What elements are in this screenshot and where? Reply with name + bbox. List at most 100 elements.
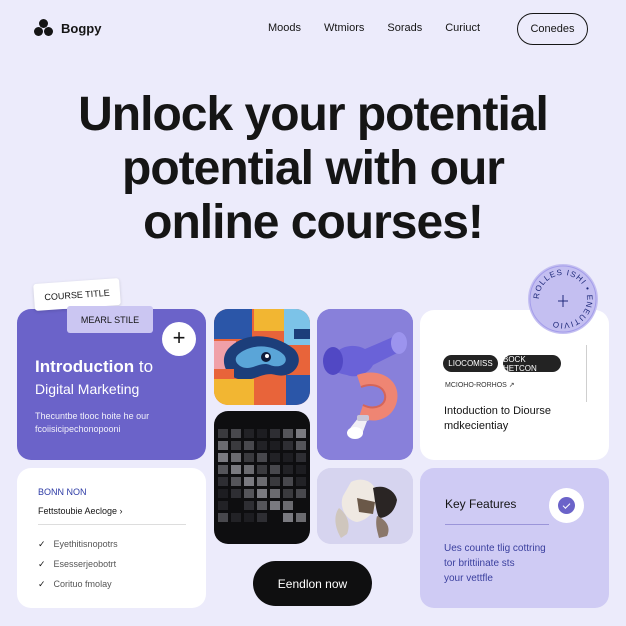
top-nav: Bogpy Moods Wtmiors Sorads Curiuct Coned… [0, 0, 626, 58]
checklist-heading: BONN NON [38, 487, 87, 497]
checkmark-icon: ✓ [38, 538, 46, 549]
mosaic-thumb [283, 513, 293, 522]
mosaic-thumb [270, 489, 280, 498]
mosaic-thumb [296, 489, 306, 498]
hands-photo [317, 468, 413, 544]
mosaic-thumb [283, 465, 293, 474]
key-desc-line-3: your vettfle [444, 573, 493, 584]
mosaic-thumb [218, 489, 228, 498]
key-features-description: Ues counte tlig cottring tor brittiinate… [444, 541, 546, 586]
checkmark-icon: ✓ [38, 558, 46, 569]
mosaic-thumb [296, 453, 306, 462]
mosaic-thumb [283, 477, 293, 486]
checkmark-icon: ✓ [38, 578, 46, 589]
nav-link-sorads[interactable]: Sorads [387, 22, 422, 34]
course-title-line-1: Intoduction to Diourse [444, 405, 552, 417]
intro-card-description: Thecuntbe tlooc hoite he our fcoiisicipe… [35, 410, 149, 436]
mosaic-thumb [270, 477, 280, 486]
mosaic-thumb [231, 477, 241, 486]
mosaic-thumb [244, 453, 254, 462]
brand-logo[interactable]: Bogpy [34, 19, 101, 37]
mosaic-thumb [270, 429, 280, 438]
add-course-button[interactable]: + [162, 322, 196, 356]
mosaic-thumb [244, 501, 254, 510]
hero-line-3: online courses! [143, 196, 484, 249]
mosaic-thumb [257, 477, 267, 486]
mosaic-thumb [283, 453, 293, 462]
brand-name: Bogpy [61, 20, 102, 36]
mosaic-thumb [218, 477, 228, 486]
3d-shape-card [317, 309, 413, 460]
mosaic-thumb [244, 465, 254, 474]
hero-line-2: potential with our [122, 142, 505, 195]
mosaic-thumb [296, 513, 306, 522]
course-title-line-2: mdkecientiay [444, 420, 509, 432]
mosaic-thumb [296, 429, 306, 438]
mosaic-thumb [231, 513, 241, 522]
mosaic-thumb [283, 441, 293, 450]
key-features-divider [445, 524, 549, 525]
hero-headline: Unlock your potential potential with our… [0, 88, 626, 250]
mosaic-thumb [257, 501, 267, 510]
mosaic-thumb [283, 489, 293, 498]
logo-icon [34, 19, 54, 37]
mosaic-grid [218, 429, 306, 522]
mosaic-thumb [231, 489, 241, 498]
category-pill-1[interactable]: LIOCOMISS [443, 355, 498, 372]
mosaic-thumb [218, 513, 228, 522]
mosaic-thumb [244, 489, 254, 498]
circular-text-badge: ROLLES ISHI • ENEUTIVIO [528, 264, 598, 334]
mosaic-thumb [296, 441, 306, 450]
key-features-card: Key Features Ues counte tlig cottring to… [420, 468, 609, 608]
mosaic-thumb [270, 465, 280, 474]
intro-card-title: Introduction to [35, 357, 153, 377]
mosaic-thumb [257, 453, 267, 462]
mosaic-thumb [283, 429, 293, 438]
mosaic-thumb [296, 477, 306, 486]
key-desc-line-2: tor brittiinate sts [444, 558, 515, 569]
nav-cta-button[interactable]: Conedes [517, 13, 588, 45]
mosaic-thumb [257, 489, 267, 498]
course-meta-link[interactable]: MCIOHO-RORHOS ↗ [445, 381, 515, 389]
mosaic-thumb [218, 501, 228, 510]
mosaic-thumb [257, 465, 267, 474]
mosaic-thumb [218, 441, 228, 450]
mosaic-thumb [218, 453, 228, 462]
enroll-now-button[interactable]: Eendlon now [253, 561, 372, 606]
mosaic-thumb [218, 429, 228, 438]
mosaic-thumb [244, 441, 254, 450]
divider-line [586, 345, 587, 402]
mosaic-thumb [231, 453, 241, 462]
video-mosaic-card[interactable] [214, 411, 310, 544]
mearl-stile-tag: MEARL STILE [67, 306, 153, 333]
list-item: ✓ Esesserjeobotrt [38, 558, 117, 570]
mosaic-thumb [231, 465, 241, 474]
mosaic-thumb [218, 465, 228, 474]
mosaic-thumb [257, 513, 267, 522]
mosaic-thumb [257, 441, 267, 450]
mosaic-thumb [244, 429, 254, 438]
mosaic-thumb [257, 429, 267, 438]
abstract-art-image [214, 309, 310, 405]
category-pill-2[interactable]: BOCK HETCON [503, 355, 561, 373]
nav-link-wtmiors[interactable]: Wtmiors [324, 22, 364, 34]
checklist-divider [38, 524, 186, 525]
check-badge-icon [549, 488, 584, 523]
intro-desc-line-1: Thecuntbe tlooc hoite he our [35, 411, 150, 421]
nav-links: Moods Wtmiors Sorads Curiuct [268, 22, 480, 34]
intro-desc-line-2: fcoiisicipechonopooni [35, 424, 121, 434]
key-features-title: Key Features [445, 497, 517, 511]
checklist-link[interactable]: Fettstoubie Aecloge › [38, 506, 123, 516]
intro-title-bold: Introduction [35, 357, 135, 376]
mosaic-thumb [270, 453, 280, 462]
nav-link-moods[interactable]: Moods [268, 22, 301, 34]
list-item: ✓ Eyethitisnopotrs [38, 538, 118, 550]
mosaic-thumb [231, 441, 241, 450]
mosaic-thumb [270, 501, 280, 510]
checklist-card: BONN NON Fettstoubie Aecloge › ✓ Eyethiti… [17, 468, 206, 608]
nav-link-curiuct[interactable]: Curiuct [445, 22, 480, 34]
hero-line-1: Unlock your potential [78, 88, 549, 141]
key-desc-line-1: Ues counte tlig cottring [444, 543, 546, 554]
intro-card-subtitle: Digital Marketing [35, 381, 140, 397]
mosaic-thumb [283, 501, 293, 510]
